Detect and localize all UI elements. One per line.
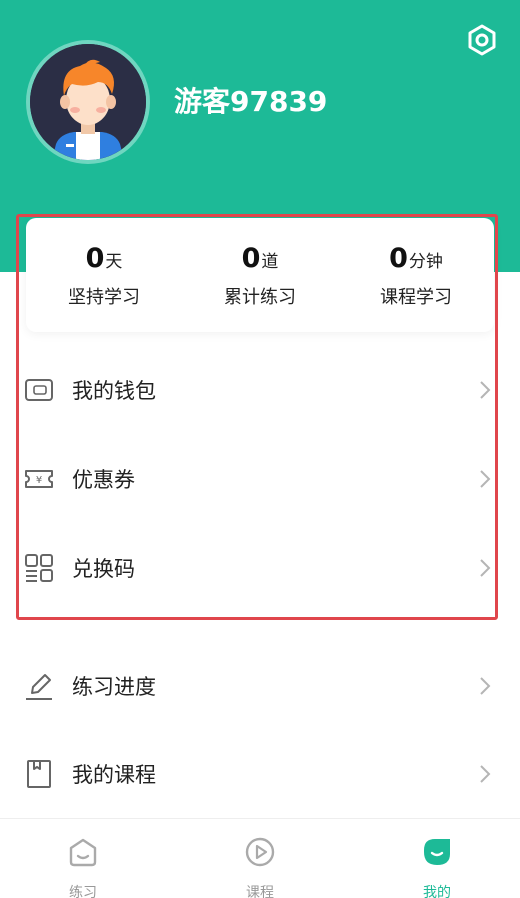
menu-item-coupon[interactable]: ¥ 优惠券 (0, 443, 520, 515)
avatar[interactable] (26, 40, 150, 164)
coupon-icon: ¥ (25, 470, 53, 488)
tabbar-divider (0, 818, 520, 819)
practice-icon (69, 838, 97, 867)
stat-label: 坚持学习 (68, 286, 140, 308)
stat-unit: 分钟 (408, 251, 443, 272)
gear-icon (468, 24, 496, 56)
wallet-icon (25, 379, 53, 401)
stat-value: 0 (241, 242, 261, 274)
tab-label: 课程 (246, 885, 274, 898)
pencil-icon (26, 674, 52, 700)
tab-practice[interactable]: 练习 (23, 830, 143, 898)
play-icon (245, 837, 275, 867)
username: 游客97839 (174, 85, 328, 118)
tab-label: 练习 (69, 885, 97, 898)
stat-unit: 天 (105, 251, 123, 272)
stats-card: 0天 坚持学习 0道 累计练习 0分钟 课程学习 (26, 218, 494, 332)
stat-label: 累计练习 (224, 286, 296, 308)
tab-courses[interactable]: 课程 (200, 830, 320, 898)
tab-mine[interactable]: 我的 (377, 830, 497, 898)
stat-value: 0 (85, 242, 105, 274)
menu-item-redeem-code[interactable]: 兑换码 (0, 532, 520, 604)
stat-label: 课程学习 (380, 286, 452, 308)
settings-button[interactable] (466, 24, 498, 56)
stat-questions[interactable]: 0道 累计练习 (182, 218, 338, 332)
menu-item-wallet[interactable]: 我的钱包 (0, 354, 520, 426)
menu-item-label: 练习进度 (72, 675, 156, 699)
menu-item-label: 我的课程 (72, 763, 156, 787)
menu-item-label: 兑换码 (72, 557, 135, 581)
chevron-right-icon (480, 677, 491, 695)
svg-text:¥: ¥ (36, 475, 42, 486)
menu-item-practice-progress[interactable]: 练习进度 (0, 650, 520, 722)
stat-days[interactable]: 0天 坚持学习 (26, 218, 182, 332)
chevron-right-icon (480, 559, 491, 577)
chevron-right-icon (480, 765, 491, 783)
profile-icon (424, 839, 450, 865)
stat-value: 0 (389, 242, 408, 274)
menu-item-label: 我的钱包 (72, 379, 156, 403)
avatar-image (30, 44, 146, 160)
redeem-code-icon (25, 554, 53, 582)
stat-minutes[interactable]: 0分钟 课程学习 (338, 218, 494, 332)
stat-unit: 道 (261, 251, 279, 272)
chevron-right-icon (480, 381, 491, 399)
menu-item-label: 优惠券 (72, 468, 135, 492)
chevron-right-icon (480, 470, 491, 488)
book-icon (27, 760, 51, 788)
menu-item-my-courses[interactable]: 我的课程 (0, 738, 520, 810)
tab-label: 我的 (423, 885, 451, 898)
